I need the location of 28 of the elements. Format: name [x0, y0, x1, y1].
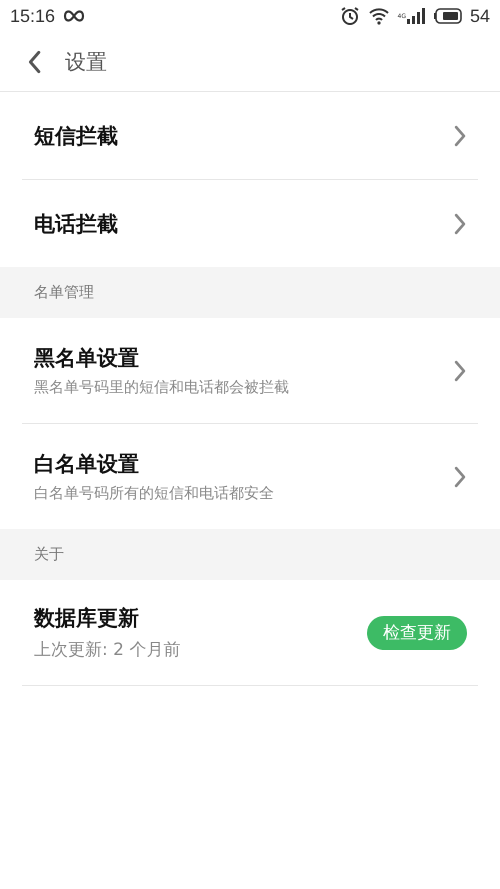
settings-item[interactable]: 数据库更新 上次更新: 2 个月前 检查更新 — [22, 580, 478, 686]
item-title: 电话拦截 — [34, 210, 118, 238]
chevron-right-icon — [454, 212, 466, 234]
wifi-icon — [368, 7, 390, 25]
section-title: 关于 — [34, 545, 64, 564]
item-subtitle: 上次更新: 2 个月前 — [34, 639, 180, 661]
battery-icon — [434, 8, 462, 24]
settings-item[interactable]: 电话拦截 — [22, 180, 478, 267]
item-subtitle: 白名单号码所有的短信和电话都安全 — [34, 484, 274, 503]
item-title: 短信拦截 — [34, 122, 118, 150]
status-time: 15:16 — [10, 6, 56, 26]
item-title: 数据库更新 — [34, 605, 140, 632]
chevron-right-icon — [454, 124, 466, 146]
settings-item[interactable]: 白名单设置 白名单号码所有的短信和电话都安全 — [22, 424, 478, 529]
item-title: 白名单设置 — [34, 451, 140, 478]
chevron-right-icon — [454, 466, 466, 488]
battery-level: 54 — [470, 6, 490, 26]
settings-item[interactable]: 短信拦截 — [22, 92, 478, 180]
item-subtitle: 黑名单号码里的短信和电话都会被拦截 — [34, 378, 289, 397]
signal-icon — [406, 8, 426, 24]
alarm-icon — [340, 6, 360, 26]
section-title: 名单管理 — [34, 283, 94, 302]
infinity-icon — [63, 10, 86, 22]
settings-item[interactable]: 黑名单设置 黑名单号码里的短信和电话都会被拦截 — [22, 318, 478, 424]
page-title: 设置 — [65, 48, 108, 76]
chevron-right-icon — [454, 360, 466, 382]
item-title: 黑名单设置 — [34, 345, 140, 372]
back-icon[interactable] — [28, 50, 42, 74]
